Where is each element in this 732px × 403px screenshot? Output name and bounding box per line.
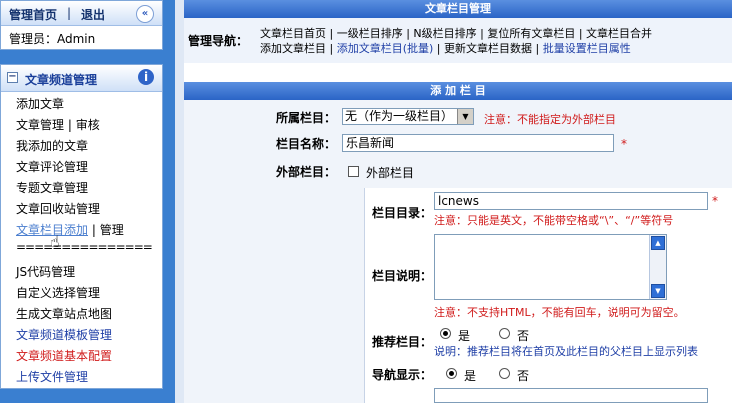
header-separator: | [67, 6, 72, 20]
dir-hint: 注意：只能是英文，不能带空格或“\”、“/”等符号 [434, 214, 674, 227]
dir-label: 栏目目录： [371, 206, 432, 220]
home-link[interactable]: 管理首页 [9, 6, 57, 23]
required-star: * [621, 137, 627, 151]
menu-recycle-manage[interactable]: 文章回收站管理 [16, 200, 100, 217]
channel-panel-header: − 文章频道管理 i [1, 65, 162, 92]
hand-cursor-icon: ☝ [50, 232, 60, 251]
nav-link-sort-n[interactable]: N级栏目排序 [413, 27, 476, 40]
dropdown-arrow-icon[interactable]: ▼ [457, 109, 473, 124]
section-title: 添 加 栏 目 [184, 82, 732, 100]
next-field-input[interactable] [434, 388, 708, 403]
scroll-up-icon[interactable]: ▲ [651, 236, 665, 250]
menu-sitemap[interactable]: 生成文章站点地图 [16, 305, 112, 322]
channel-title[interactable]: 文章频道管理 [25, 71, 97, 88]
nav-link-add-category[interactable]: 添加文章栏目 [260, 42, 326, 55]
collapse-icon[interactable]: « [136, 5, 154, 23]
parent-select[interactable]: 无（作为一级栏目） ▼ [342, 108, 474, 125]
recommend-yes-radio[interactable] [440, 328, 451, 339]
menu-separator: | [91, 223, 96, 237]
channel-panel: − 文章频道管理 i 添加文章 文章管理 | 审核 我添加的文章 文章评论管理 … [0, 64, 163, 389]
nav-row-2: 添加文章栏目 | 添加文章栏目(批量) | 更新文章栏目数据 | 批量设置栏目属… [260, 42, 631, 55]
recommend-yes-label: 是 [458, 329, 471, 343]
parent-select-value: 无（作为一级栏目） [345, 109, 454, 123]
menu-article-manage-link[interactable]: 文章管理 [16, 118, 64, 132]
nav-row-1: 文章栏目首页 | 一级栏目排序 | N级栏目排序 | 复位所有文章栏目 | 文章… [260, 27, 653, 40]
recommend-no-radio[interactable] [499, 328, 510, 339]
sidebar: 管理首页 | 退出 « 管理员：Admin − 文章频道管理 i 添加文章 文章… [0, 0, 175, 403]
menu-audit-link[interactable]: 审核 [76, 118, 100, 132]
main-content: 文章栏目管理 管理导航： 文章栏目首页 | 一级栏目排序 | N级栏目排序 | … [184, 0, 732, 403]
menu-divider: =============== [16, 240, 153, 254]
info-icon[interactable]: i [138, 69, 154, 85]
menu-template-manage[interactable]: 文章频道模板管理 [16, 326, 112, 343]
parent-hint: 注意：不能指定为外部栏目 [484, 113, 616, 126]
recommend-label: 推荐栏目： [371, 335, 432, 349]
nav-link-reset-all[interactable]: 复位所有文章栏目 [487, 27, 575, 40]
admin-panel-header: 管理首页 | 退出 « [1, 1, 162, 26]
navshow-yes-label: 是 [464, 369, 477, 383]
menu-category: 文章栏目添加 | 管理 [16, 221, 124, 238]
menu-my-articles[interactable]: 我添加的文章 [16, 137, 88, 154]
scroll-down-icon[interactable]: ▼ [651, 284, 665, 298]
recommend-no-label: 否 [517, 329, 530, 343]
scrollbar[interactable]: ▲ ▼ [649, 235, 666, 299]
recommend-hint: 说明：推荐栏目将在首页及此栏目的父栏目上显示列表 [434, 345, 698, 358]
navshow-no-radio[interactable] [499, 368, 510, 379]
nav-link-category-home[interactable]: 文章栏目首页 [260, 27, 326, 40]
collapse-minus-icon[interactable]: − [7, 72, 18, 83]
navshow-yes-radio[interactable] [446, 368, 457, 379]
nav-link-merge[interactable]: 文章栏目合并 [586, 27, 652, 40]
required-star: * [712, 194, 718, 208]
nav-link-add-batch[interactable]: 添加文章栏目(批量) [337, 42, 434, 55]
frame-divider [175, 0, 184, 403]
menu-comment-manage[interactable]: 文章评论管理 [16, 158, 88, 175]
menu-basic-config[interactable]: 文章频道基本配置 [16, 347, 112, 364]
desc-hint: 注意：不支持HTML，不能有回车，说明可为留空。 [434, 306, 685, 319]
parent-label: 所属栏目： [275, 111, 336, 125]
nav-link-update-data[interactable]: 更新文章栏目数据 [444, 42, 532, 55]
nav-link-sort-level1[interactable]: 一级栏目排序 [337, 27, 403, 40]
name-label: 栏目名称： [275, 137, 336, 151]
menu-custom-select[interactable]: 自定义选择管理 [16, 284, 100, 301]
desc-label: 栏目说明： [371, 269, 432, 283]
menu-article-manage: 文章管理 | 审核 [16, 116, 100, 133]
navshow-label: 导航显示： [371, 368, 432, 382]
management-nav: 管理导航： 文章栏目首页 | 一级栏目排序 | N级栏目排序 | 复位所有文章栏… [184, 18, 732, 63]
menu-category-manage-link[interactable]: 管理 [100, 223, 124, 237]
nav-link-batch-attrs[interactable]: 批量设置栏目属性 [543, 42, 631, 55]
logout-link[interactable]: 退出 [81, 6, 105, 23]
navshow-no-label: 否 [517, 369, 530, 383]
external-checkbox[interactable] [348, 166, 359, 177]
menu-special-manage[interactable]: 专题文章管理 [16, 179, 88, 196]
category-desc-textarea[interactable]: ▲ ▼ [434, 234, 667, 300]
menu-upload-manage[interactable]: 上传文件管理 [16, 368, 88, 385]
external-option-label: 外部栏目 [366, 166, 415, 180]
menu-separator: | [67, 118, 72, 132]
nav-label: 管理导航： [188, 34, 249, 48]
menu-js-manage[interactable]: JS代码管理 [16, 263, 75, 280]
category-name-input[interactable]: 乐昌新闻 [342, 134, 614, 152]
admin-panel: 管理首页 | 退出 « 管理员：Admin [0, 0, 163, 50]
menu-add-article[interactable]: 添加文章 [16, 95, 64, 112]
category-dir-input[interactable]: lcnews [434, 192, 708, 210]
admin-name: 管理员：Admin [9, 32, 96, 46]
page-title: 文章栏目管理 [184, 0, 732, 18]
external-label: 外部栏目： [275, 165, 336, 179]
